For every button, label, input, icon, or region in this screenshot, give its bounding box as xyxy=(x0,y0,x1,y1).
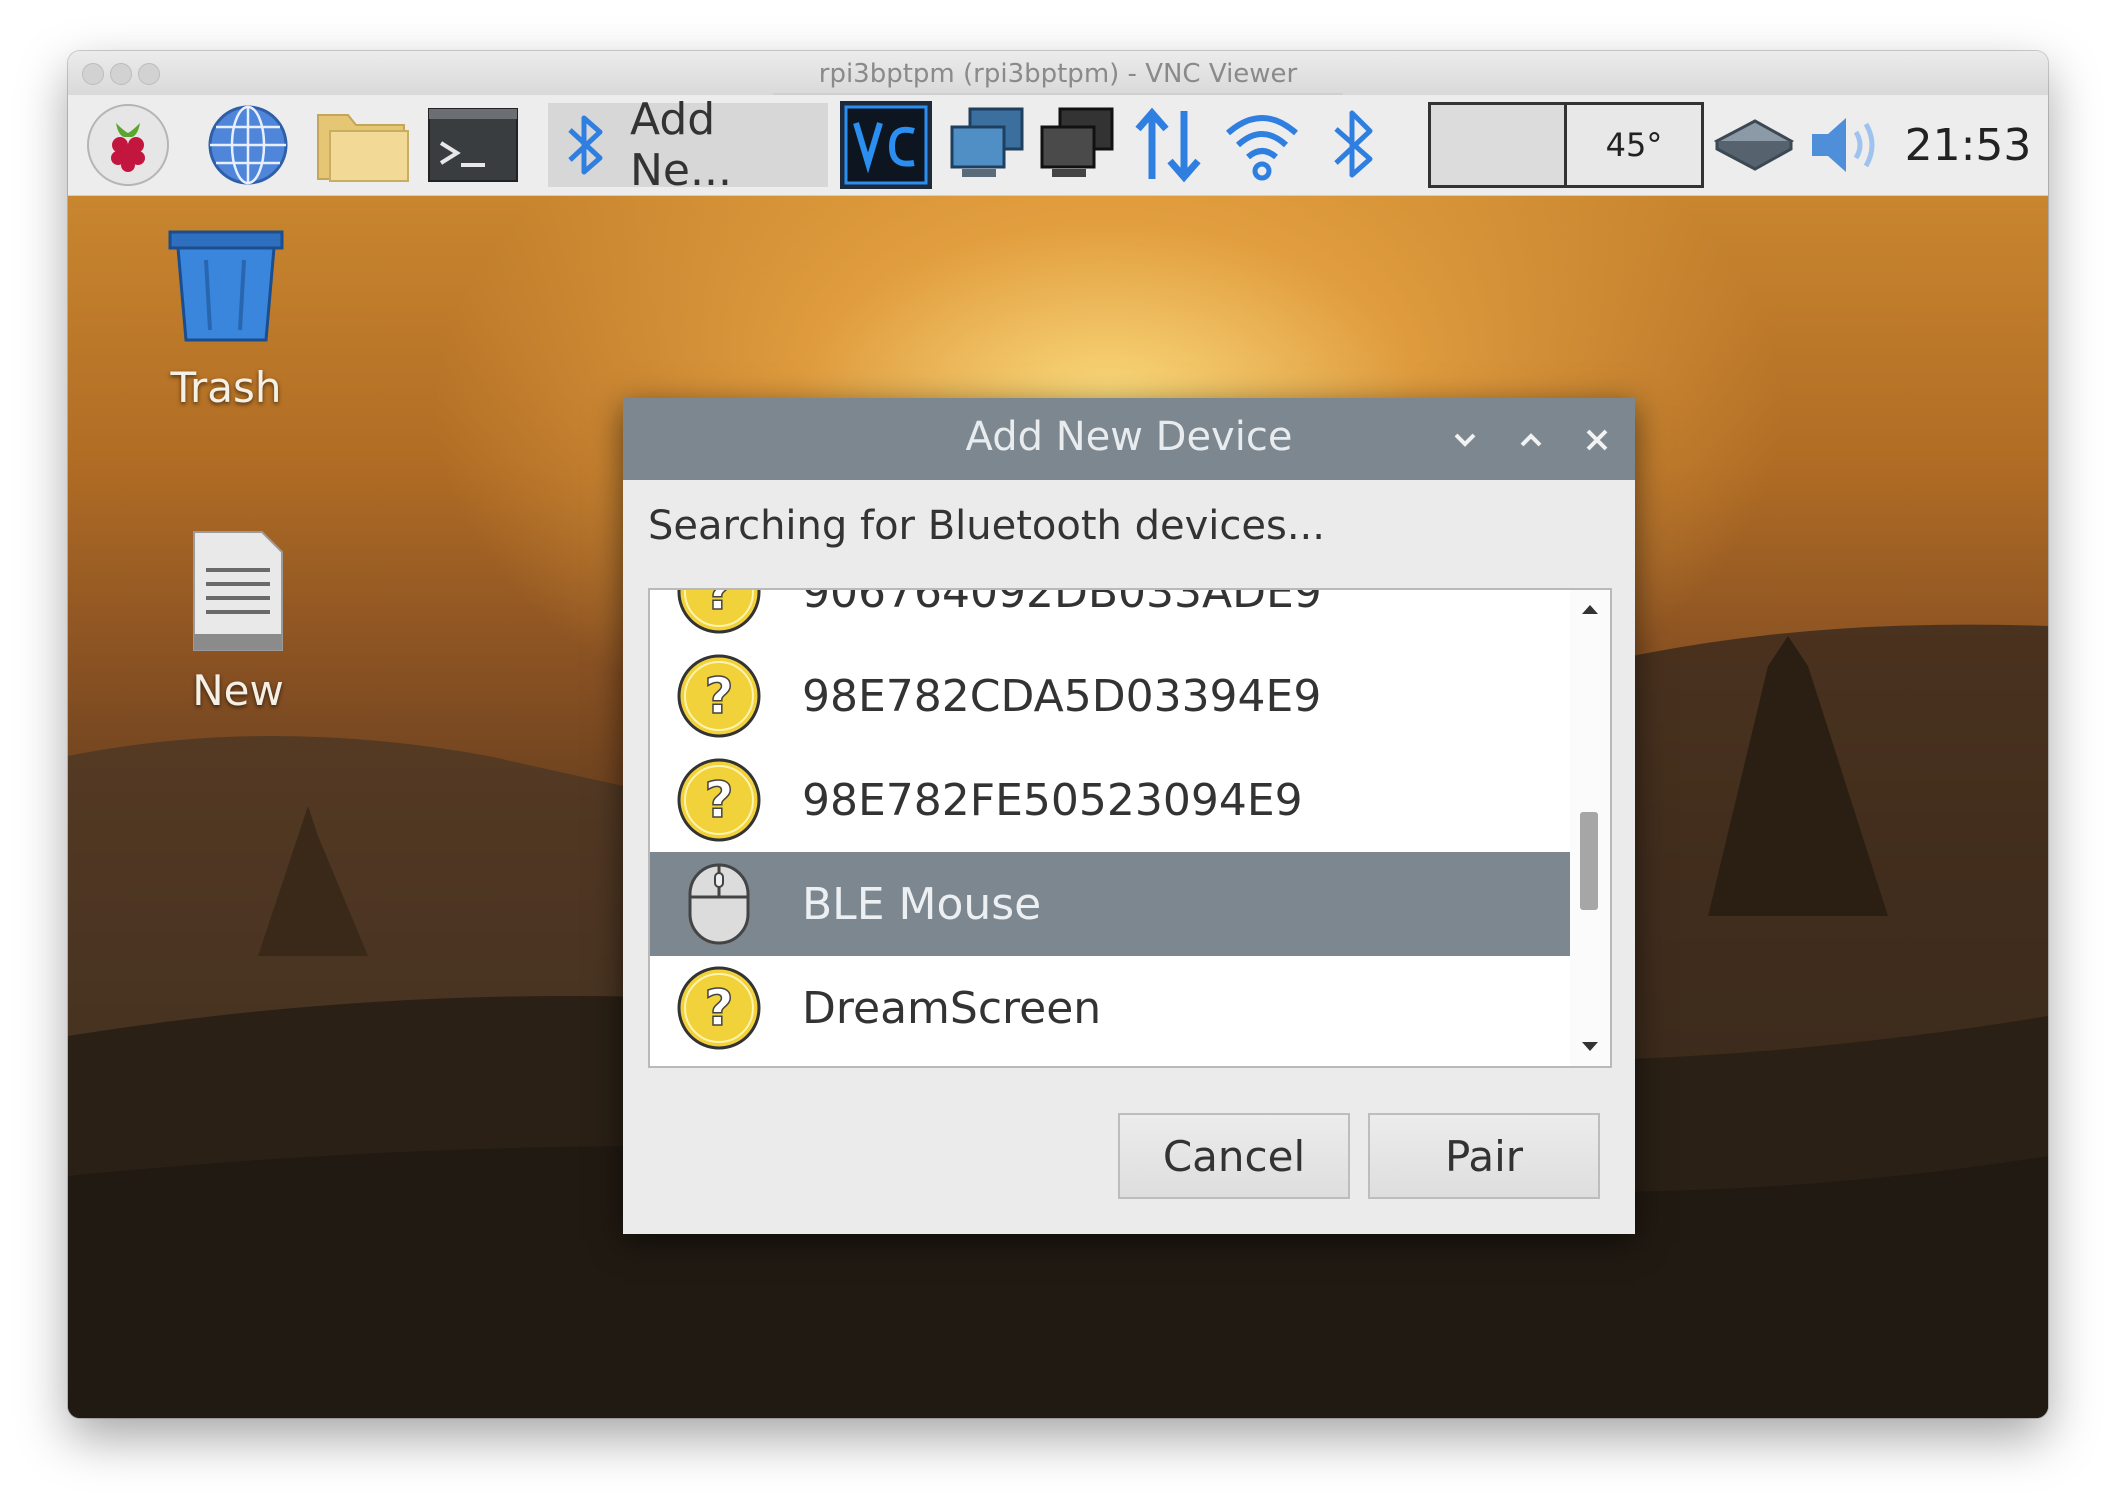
cpu-monitor[interactable] xyxy=(1428,102,1568,188)
device-name: BLE Mouse xyxy=(802,878,1042,930)
window-titlebar: rpi3bptpm (rpi3bptpm) - VNC Viewer xyxy=(68,51,2048,96)
device-list-scrollbar[interactable] xyxy=(1570,590,1610,1066)
taskbar-task-add-new-device[interactable]: Add Ne... xyxy=(548,94,828,196)
cpu-temperature-value: 45° xyxy=(1605,126,1663,164)
unknown-device-icon: ? xyxy=(676,965,762,1051)
unknown-device-icon: ? xyxy=(676,653,762,739)
raspberry-menu-icon[interactable] xyxy=(82,103,174,187)
taskbar-task-label: Add Ne... xyxy=(630,94,732,196)
svg-text:?: ? xyxy=(704,588,733,621)
device-name: 98E782FE50523094E9 xyxy=(802,774,1303,826)
trash-icon[interactable] xyxy=(156,226,296,344)
transfer-icon[interactable] xyxy=(1126,103,1210,187)
document-icon[interactable] xyxy=(188,526,288,656)
web-browser-icon[interactable] xyxy=(203,103,293,187)
search-status-text: Searching for Bluetooth devices... xyxy=(648,503,1325,549)
volume-icon[interactable] xyxy=(1804,103,1888,187)
device-name: DreamScreen xyxy=(802,982,1102,1034)
svg-text:?: ? xyxy=(704,667,733,725)
device-list-item[interactable]: ? 98E782FE50523094E9 xyxy=(650,748,1572,852)
vnc-viewer-window: rpi3bptpm (rpi3bptpm) - VNC Viewer Add N… xyxy=(68,51,2048,1418)
chevron-up-icon xyxy=(1520,433,1542,447)
cpu-temperature[interactable]: 45° xyxy=(1564,102,1704,188)
eject-icon[interactable] xyxy=(1710,103,1798,187)
network-icon[interactable] xyxy=(1036,103,1120,187)
clock[interactable]: 21:53 xyxy=(1898,103,2038,187)
new-label: New xyxy=(192,666,284,715)
dialog-titlebar: Add New Device xyxy=(623,398,1635,480)
close-dialog-button[interactable] xyxy=(1577,420,1617,460)
window-title: rpi3bptpm (rpi3bptpm) - VNC Viewer xyxy=(818,59,1298,89)
device-list[interactable]: ? 906764092DB033ADE9 ? 98E782CDA5D03394E… xyxy=(648,588,1612,1068)
scroll-down-icon[interactable] xyxy=(1580,1040,1600,1054)
taskbar: Add Ne... 45° 21:53 xyxy=(68,94,2048,196)
unknown-device-icon: ? xyxy=(676,588,762,635)
bluetooth-icon[interactable] xyxy=(1316,103,1392,187)
minimize-dialog-button[interactable] xyxy=(1445,420,1485,460)
mouse-icon xyxy=(676,861,762,947)
file-manager-icon[interactable] xyxy=(312,103,412,187)
vnc-icon[interactable] xyxy=(838,101,934,189)
device-list-item[interactable]: ? DreamScreen xyxy=(650,956,1572,1060)
scrollbar-thumb[interactable] xyxy=(1580,812,1598,910)
device-list-item[interactable]: ? 98E782CDA5D03394E9 xyxy=(650,644,1572,748)
pair-button[interactable]: Pair xyxy=(1368,1113,1600,1199)
svg-text:?: ? xyxy=(704,771,733,829)
unknown-device-icon: ? xyxy=(676,757,762,843)
maximize-dialog-button[interactable] xyxy=(1511,420,1551,460)
device-list-item[interactable]: ? 906764092DB033ADE9 xyxy=(650,588,1572,644)
trash-label: Trash xyxy=(170,363,282,412)
svg-text:?: ? xyxy=(704,979,733,1037)
scroll-up-icon[interactable] xyxy=(1580,602,1600,616)
wifi-icon[interactable] xyxy=(1220,103,1304,187)
device-list-item-selected[interactable]: BLE Mouse xyxy=(650,852,1572,956)
chevron-down-icon xyxy=(1454,433,1476,447)
device-name: 906764092DB033ADE9 xyxy=(802,588,1322,618)
add-new-device-dialog: Add New Device Searching for Bluetooth d… xyxy=(623,398,1635,1234)
bluetooth-icon xyxy=(564,110,608,180)
terminal-icon[interactable] xyxy=(423,103,523,187)
cancel-button[interactable]: Cancel xyxy=(1118,1113,1350,1199)
desktop: Trash New Add New Device Searching for B… xyxy=(68,196,2048,1418)
close-icon xyxy=(1586,429,1608,451)
network-icon[interactable] xyxy=(946,103,1030,187)
device-name: 98E782CDA5D03394E9 xyxy=(802,670,1322,722)
